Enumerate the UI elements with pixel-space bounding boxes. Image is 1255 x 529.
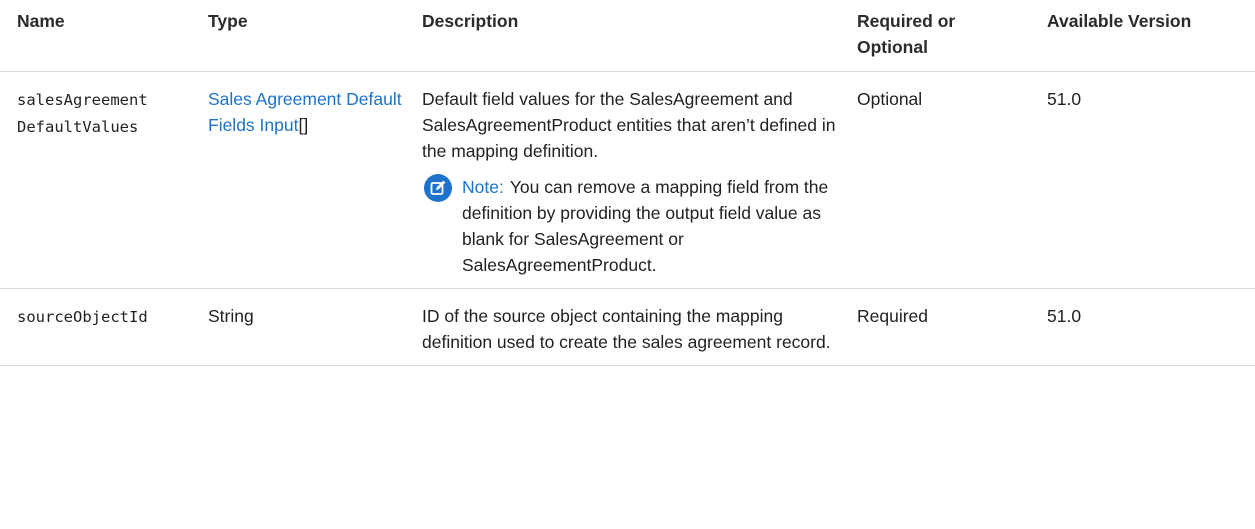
param-required-cell: Optional [849, 71, 1039, 289]
param-description-cell: Default field values for the SalesAgreem… [414, 71, 849, 289]
header-available-version: Available Version [1039, 0, 1255, 72]
type-array-suffix: [] [298, 115, 309, 135]
param-name-cell: sourceObjectId [0, 288, 200, 366]
param-name: salesAgreement DefaultValues [17, 91, 148, 136]
param-description: Default field values for the SalesAgreem… [422, 89, 836, 161]
note-body: Note: You can remove a mapping field from… [462, 174, 841, 278]
note-callout: Note: You can remove a mapping field from… [422, 174, 841, 278]
header-description: Description [414, 0, 849, 72]
param-name: sourceObjectId [17, 308, 148, 326]
param-version-cell: 51.0 [1039, 288, 1255, 366]
param-version-cell: 51.0 [1039, 71, 1255, 289]
param-description-cell: ID of the source object containing the m… [414, 288, 849, 366]
table-header-row: Name Type Description Required or Option… [0, 0, 1255, 72]
param-version: 51.0 [1047, 89, 1082, 109]
param-required: Required [857, 306, 929, 326]
table-row: salesAgreement DefaultValues Sales Agree… [0, 71, 1255, 289]
param-version: 51.0 [1047, 306, 1082, 326]
param-required: Optional [857, 89, 923, 109]
header-type: Type [200, 0, 414, 72]
param-description: ID of the source object containing the m… [422, 306, 831, 352]
parameters-table: Name Type Description Required or Option… [0, 0, 1255, 366]
param-type-cell: String [200, 288, 414, 366]
param-type: String [208, 306, 254, 326]
param-name-cell: salesAgreement DefaultValues [0, 71, 200, 289]
edit-note-icon [424, 174, 452, 202]
param-type-cell: Sales Agreement Default Fields Input[] [200, 71, 414, 289]
table-row: sourceObjectId String ID of the source o… [0, 288, 1255, 366]
param-required-cell: Required [849, 288, 1039, 366]
header-required-or-optional: Required or Optional [849, 0, 1039, 72]
note-label: Note: [462, 177, 504, 197]
header-name: Name [0, 0, 200, 72]
note-text: You can remove a mapping field from the … [462, 177, 829, 275]
